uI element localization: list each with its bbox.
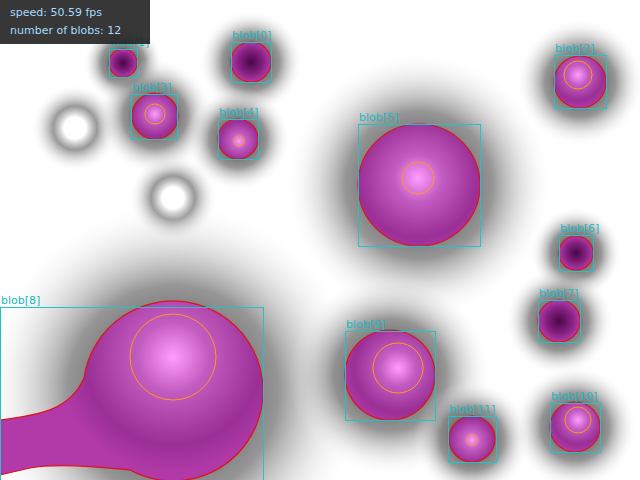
bounding-box [110, 50, 138, 78]
blob[interactable]: blob[9] [345, 318, 436, 421]
bounding-box [551, 404, 601, 453]
bounding-box [232, 43, 272, 83]
blob-view: blob[0]blob[1]blob[2]blob[3]blob[4]blob[… [0, 0, 640, 480]
blob-label: blob[3] [132, 81, 171, 94]
blob-label: blob[5] [359, 111, 398, 124]
blob[interactable]: blob[7] [538, 287, 581, 343]
blob-label: blob[8] [1, 294, 40, 307]
bounding-box [449, 417, 497, 463]
bounding-box [1, 308, 264, 480]
blob-core [467, 435, 477, 445]
blob-outline [550, 402, 600, 452]
blob-core [402, 162, 434, 194]
blob-shadow [505, 267, 613, 375]
blob-core [234, 136, 244, 146]
blob-outline [231, 42, 271, 82]
bounding-box [359, 125, 481, 247]
blob-shadow [513, 365, 637, 480]
bounding-box [219, 120, 259, 160]
blob-core [130, 314, 216, 400]
blob-outline [218, 119, 258, 159]
blob[interactable]: blob[0] [231, 29, 272, 83]
blob[interactable]: blob[11] [449, 403, 497, 463]
blob[interactable]: blob[3] [132, 81, 179, 140]
blob-outline [358, 124, 480, 246]
bounding-box [132, 95, 178, 140]
blob-label: blob[6] [560, 222, 599, 235]
blob[interactable]: blob[5] [358, 111, 481, 247]
blob[interactable]: blob[8] [0, 294, 264, 480]
stats-line: speed: 50.59 fps [10, 6, 142, 20]
blob-outline [345, 330, 435, 420]
blob[interactable]: blob[4] [218, 106, 259, 160]
blob-label: blob[4] [219, 106, 258, 119]
blob-outline [132, 93, 178, 139]
bounding-box [346, 332, 436, 421]
blob-core [373, 343, 423, 393]
blob[interactable]: blob[10] [550, 390, 601, 453]
blob-label: blob[2] [555, 42, 594, 55]
blob-core [564, 61, 592, 89]
blob-outline [538, 300, 580, 342]
blob-canvas: blob[0]blob[1]blob[2]blob[3]blob[4]blob[… [0, 0, 640, 480]
blob[interactable]: blob[2] [554, 42, 607, 109]
stats-overlay: speed: 50.59 fps number of blobs: 12 [0, 0, 150, 44]
blob-label: blob[0] [232, 29, 271, 42]
bounding-box [560, 236, 594, 272]
blob-core [565, 407, 591, 433]
blob-label: blob[10] [551, 390, 597, 403]
blob-label: blob[11] [449, 403, 495, 416]
blob-shadow [414, 381, 530, 480]
blob[interactable]: blob[6] [559, 222, 599, 272]
blob-shadow [186, 87, 290, 191]
blob-outline [0, 301, 263, 480]
blob-label: blob[7] [539, 287, 578, 300]
blob-label: blob[9] [346, 318, 385, 331]
bounding-box [555, 56, 607, 109]
blob-core [145, 104, 165, 124]
blob-outline [554, 56, 606, 108]
blob-outline [559, 236, 593, 270]
blob-outline [109, 49, 137, 77]
bounding-box [539, 301, 581, 343]
blob-outline [449, 416, 495, 462]
stats-line: number of blobs: 12 [10, 24, 142, 38]
